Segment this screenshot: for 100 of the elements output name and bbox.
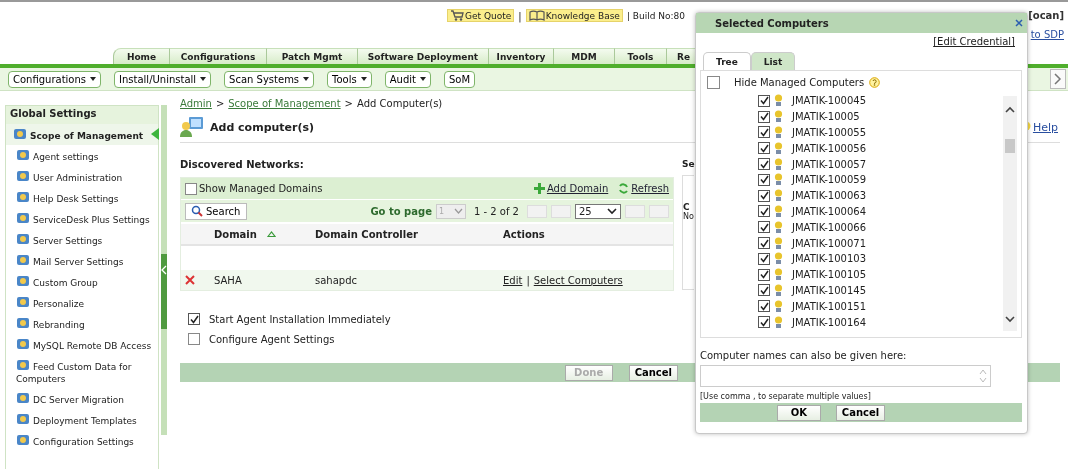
checkbox[interactable] [758, 110, 770, 123]
help-icon[interactable] [869, 76, 881, 88]
checkbox[interactable] [185, 182, 197, 195]
checkbox-label: Show Managed Domains [199, 183, 323, 194]
main-tab[interactable]: Configurations [169, 48, 266, 64]
scrollbar[interactable] [1003, 96, 1017, 331]
splitter-handle[interactable] [161, 105, 167, 435]
computer-icon [774, 126, 783, 139]
computer-name: JMATIK-100055 [792, 127, 866, 138]
settings-item-icon [16, 433, 30, 447]
computer-name: JMATIK-100059 [792, 174, 866, 186]
checkbox[interactable] [758, 237, 770, 250]
sidebar-item[interactable]: User Administration [6, 166, 158, 187]
menu-button[interactable]: Tools [327, 70, 372, 88]
checkbox[interactable] [707, 75, 720, 89]
sidebar-item[interactable]: Help Desk Settings [6, 187, 158, 208]
per-page-select[interactable]: 25 [575, 203, 621, 219]
computer-icon [774, 189, 783, 203]
dialog-tab[interactable]: Tree [703, 52, 751, 70]
refresh-link[interactable]: Refresh [631, 183, 669, 194]
main-tab[interactable]: Home [113, 48, 169, 64]
menu-button[interactable]: Install/Uninstall [114, 70, 212, 88]
sidebar-item[interactable]: Personalize [6, 292, 158, 313]
sidebar-item[interactable]: Deployment Templates [6, 409, 158, 430]
menu-button[interactable]: Scan Systems [224, 70, 315, 88]
computer-name: JMATIK-100056 [792, 142, 866, 154]
checkbox[interactable] [758, 221, 770, 234]
checkbox[interactable] [758, 268, 770, 281]
checkbox[interactable] [758, 205, 770, 218]
sidebar-item[interactable]: Server Settings [6, 229, 158, 250]
main-tab[interactable]: Inventory [488, 48, 553, 64]
checkbox[interactable] [758, 252, 770, 265]
page-title: Add computer(s) [210, 120, 315, 134]
dialog-button[interactable]: Cancel [835, 404, 886, 421]
menu-button[interactable]: Audit [384, 70, 431, 88]
sidebar-item[interactable]: ServiceDesk Plus Settings [6, 208, 158, 229]
menu-button[interactable]: SoM [443, 70, 476, 88]
computer-icon [774, 236, 783, 250]
scroll-right-button[interactable] [1050, 69, 1066, 89]
sidebar-item[interactable]: Feed Custom Data for Computers [6, 355, 158, 388]
side-panel-heading: Se [682, 159, 694, 169]
sidebar-item[interactable]: Rebranding [6, 313, 158, 334]
sidebar-item[interactable]: Custom Group [6, 271, 158, 292]
computer-icon [774, 268, 783, 282]
computer-icon [774, 110, 783, 124]
scroll-up-icon[interactable] [1005, 106, 1015, 113]
checkbox[interactable] [758, 158, 770, 171]
sidebar-item[interactable]: MySQL Remote DB Access [6, 334, 158, 355]
delete-icon[interactable] [185, 275, 195, 285]
action-link[interactable]: Edit [503, 274, 523, 286]
checkbox[interactable] [758, 142, 770, 155]
checkbox[interactable] [758, 316, 770, 329]
dialog-title: Selected Computers [715, 17, 829, 29]
sidebar-item[interactable]: Mail Server Settings [6, 250, 158, 271]
action-button[interactable]: Cancel [628, 364, 678, 381]
computer-name: JMATIK-10005 [792, 111, 860, 123]
sidebar-item[interactable]: Agent settings [6, 145, 158, 166]
help-link[interactable]: Help [1032, 120, 1058, 134]
search-icon [191, 205, 203, 217]
dialog-tab[interactable]: List [750, 52, 796, 70]
close-icon[interactable] [1015, 19, 1023, 27]
header-link[interactable]: Knowledge Base [525, 9, 623, 22]
menu-button[interactable]: Configurations [8, 70, 102, 88]
computer-icon [774, 157, 783, 171]
checkbox[interactable] [188, 333, 200, 345]
column-header[interactable]: Domain Controller [315, 228, 503, 240]
sidebar-item[interactable]: Configuration Settings [6, 430, 158, 451]
action-link[interactable]: Select Computers [533, 274, 623, 286]
settings-item-icon [16, 391, 30, 405]
chevron-left-icon [161, 265, 167, 275]
main-tab[interactable]: Software Deployment [357, 48, 488, 64]
main-tab[interactable]: MDM [553, 48, 614, 64]
computer-names-field[interactable] [700, 365, 991, 387]
sdp-link[interactable]: to SDP [1030, 29, 1064, 40]
checkbox[interactable] [758, 94, 770, 107]
search-button[interactable]: Search [185, 202, 248, 220]
scroll-thumb[interactable] [1005, 139, 1015, 153]
computer-icon [774, 173, 783, 187]
chevron-down-icon [607, 207, 617, 215]
column-header[interactable]: Domain [214, 228, 315, 240]
checkbox[interactable] [758, 284, 770, 297]
checkbox[interactable] [188, 313, 200, 325]
checkbox[interactable] [758, 300, 770, 313]
sidebar-item[interactable]: Scope of Management [6, 124, 158, 145]
settings-item-icon [16, 211, 30, 225]
add-domain-link[interactable]: Add Domain [546, 183, 609, 194]
breadcrumb-link[interactable]: Scope of Management [228, 98, 341, 109]
checkbox[interactable] [758, 189, 770, 202]
edit-credential-link[interactable]: [Edit Credential] [933, 36, 1015, 47]
main-tab[interactable]: Tools [614, 48, 666, 64]
main-tab[interactable]: Patch Mgmt [266, 48, 357, 64]
scroll-down-icon[interactable] [1005, 316, 1015, 323]
checkbox[interactable] [758, 173, 770, 186]
breadcrumb-link[interactable]: Admin [180, 98, 212, 109]
checkbox[interactable] [758, 126, 770, 139]
sidebar-item[interactable]: DC Server Migration [6, 388, 158, 409]
header-link[interactable]: Get Quote [447, 9, 515, 22]
computer-user-icon [180, 116, 204, 138]
column-header[interactable]: Actions [503, 228, 545, 240]
dialog-button[interactable]: OK [776, 404, 821, 421]
